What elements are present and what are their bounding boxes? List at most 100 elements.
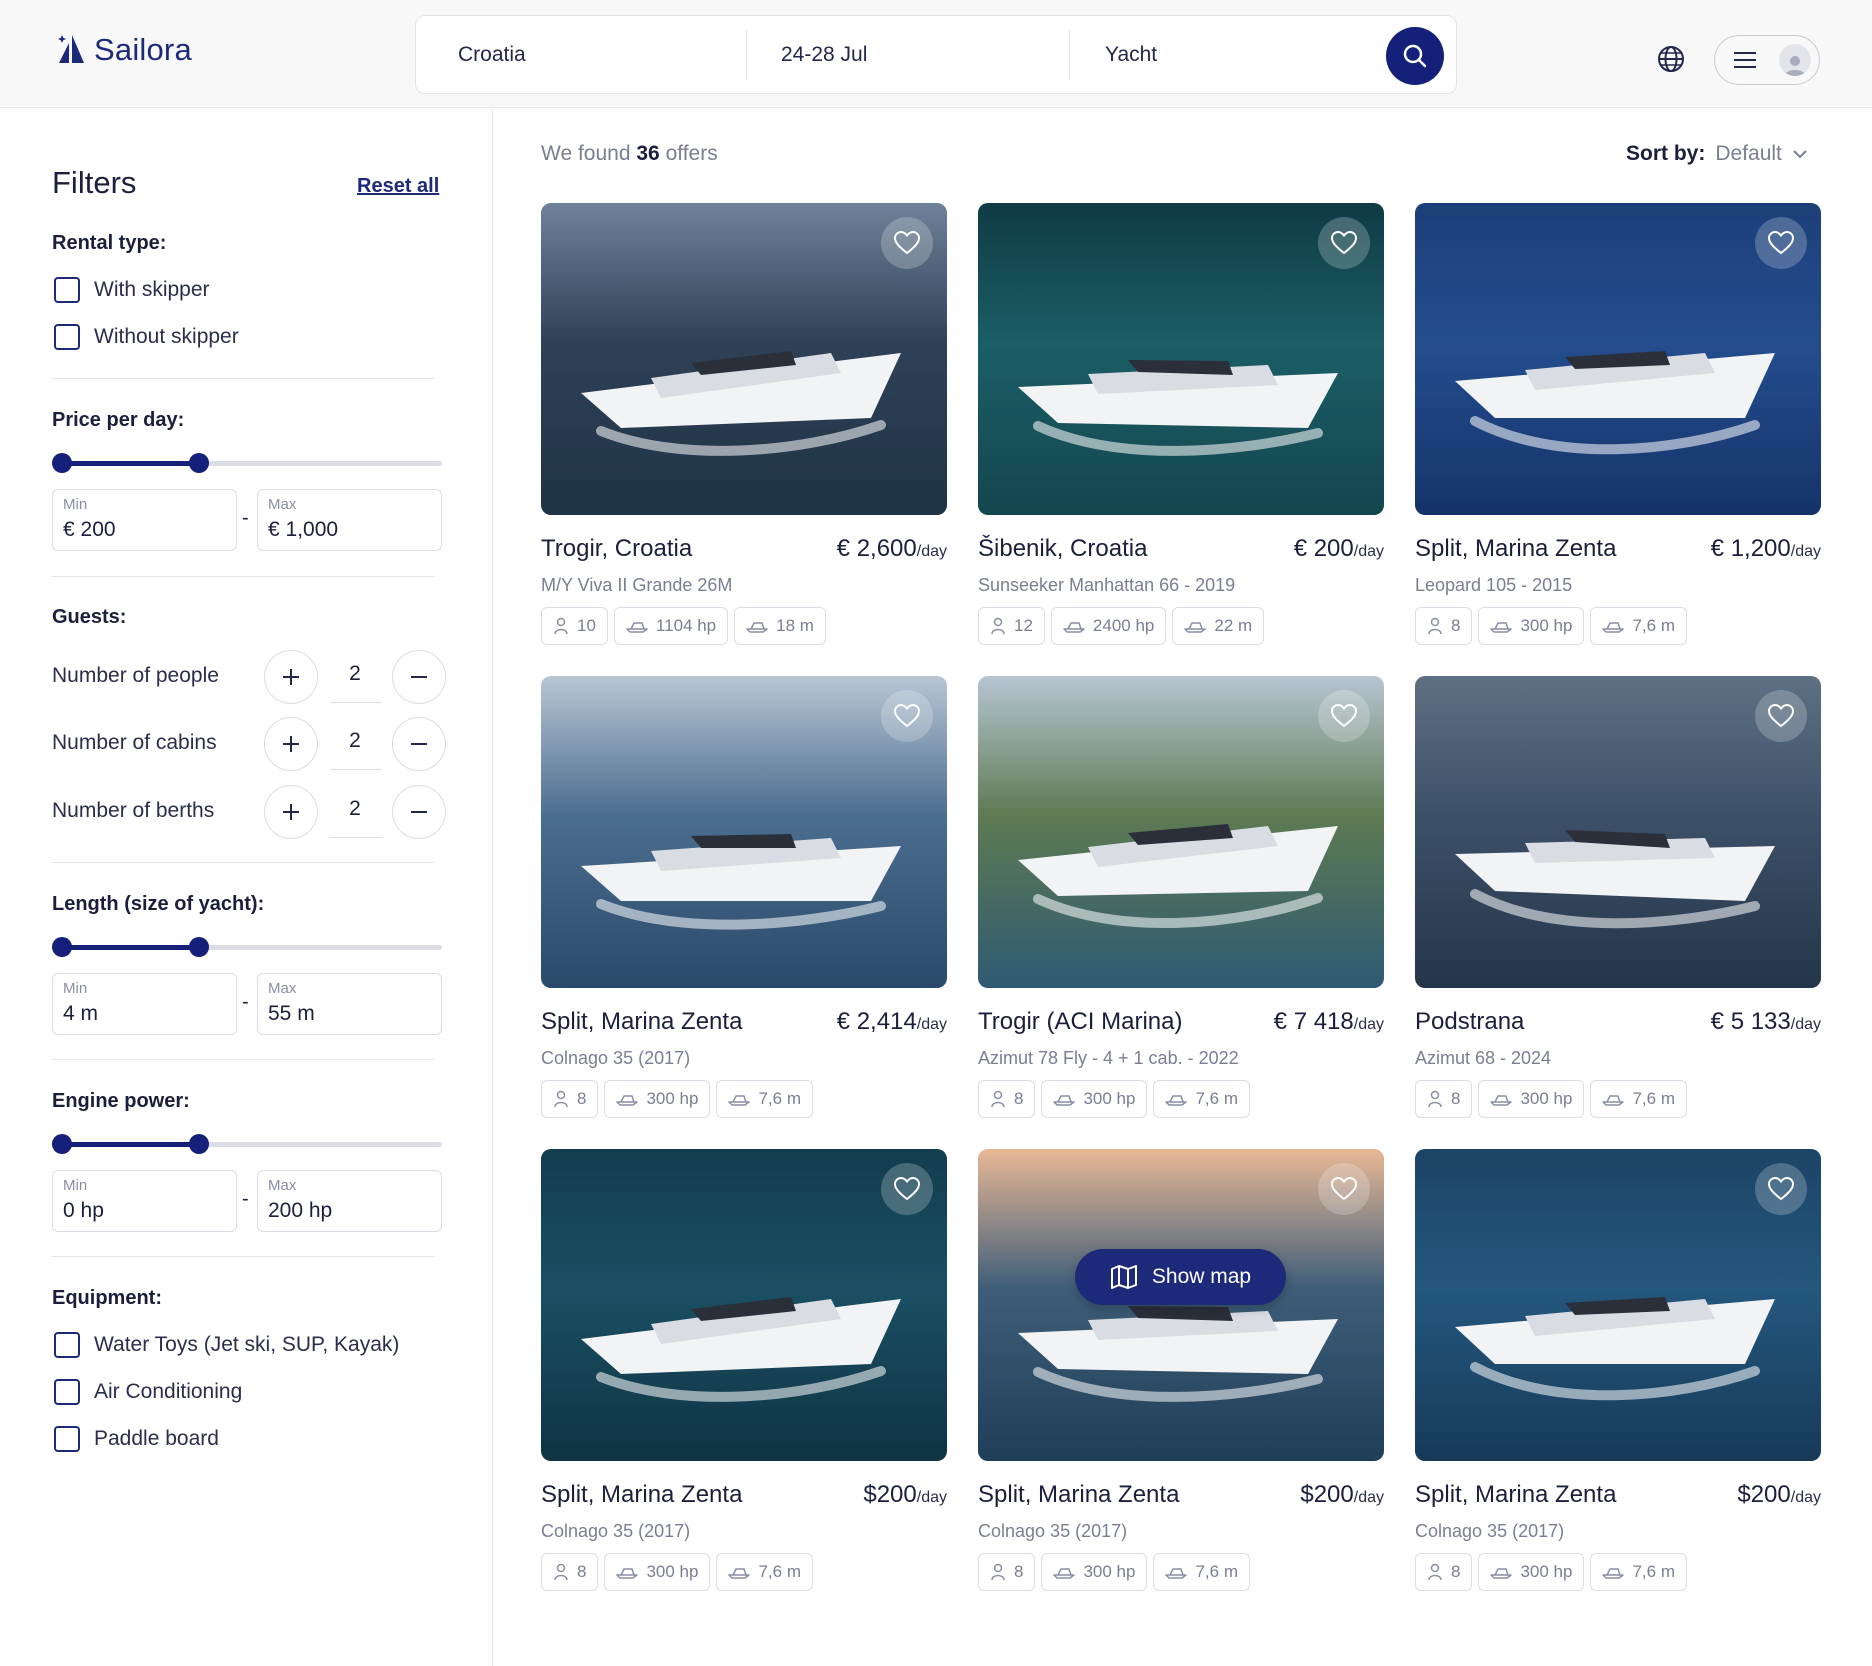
yacht-photo[interactable] [541,1149,947,1461]
yacht-photo[interactable] [541,676,947,988]
slider-min-handle[interactable] [52,937,72,957]
reset-all-link[interactable]: Reset all [357,175,439,198]
favorite-button[interactable] [1755,690,1807,742]
slider-min-handle[interactable] [52,1134,72,1154]
yacht-photo[interactable] [1415,1149,1821,1461]
increment-button[interactable] [264,650,318,704]
favorite-button[interactable] [881,217,933,269]
spec-chips: 8 300 hp 7,6 m [1415,607,1687,645]
listing-card[interactable]: Šibenik, Croatia € 200/day Sunseeker Man… [978,203,1384,653]
slider-max-handle[interactable] [188,1134,209,1154]
listing-model: Colnago 35 (2017) [541,1048,691,1068]
value-underline [330,837,382,838]
length-min-field[interactable]: Min 4 m [52,973,237,1035]
engine-power: 300 hp [1520,616,1573,635]
yacht-photo[interactable] [541,203,947,515]
engine-chip: 300 hp [1478,1080,1585,1118]
listing-card[interactable]: Split, Marina Zenta $200/day Colnago 35 … [541,1149,947,1599]
increment-button[interactable] [264,785,318,839]
favorite-button[interactable] [881,690,933,742]
decrement-button[interactable] [392,785,446,839]
listing-card[interactable]: Split, Marina Zenta € 2,414/day Colnago … [541,676,947,1126]
paddle-board-checkbox[interactable] [54,1426,80,1452]
listing-price: € 200/day [1294,535,1384,563]
favorite-button[interactable] [1755,217,1807,269]
boat-icon [1490,1095,1513,1106]
water-toys-option[interactable]: Water Toys (Jet ski, SUP, Kayak) [54,1332,399,1358]
slider-max-handle[interactable] [188,453,209,473]
listing-card[interactable]: Podstrana € 5 133/day Azimut 68 - 2024 8… [1415,676,1821,1126]
without-skipper-option[interactable]: Without skipper [54,324,239,350]
favorite-button[interactable] [1318,217,1370,269]
show-map-button[interactable]: Show map [1075,1249,1286,1305]
listing-price: € 5 133/day [1711,1008,1821,1036]
decrement-button[interactable] [392,717,446,771]
person-icon [554,1563,568,1581]
account-menu-button[interactable] [1714,35,1820,85]
listing-model: Azimut 78 Fly - 4 + 1 cab. - 2022 [978,1048,1239,1068]
yacht-photo[interactable] [978,203,1384,515]
length-max-field[interactable]: Max 55 m [257,973,442,1035]
price-unit: /day [1790,1489,1821,1506]
listing-card[interactable]: Split, Marina Zenta $200/day Colnago 35 … [978,1149,1384,1599]
price-slider[interactable] [52,453,442,473]
price-max-field[interactable]: Max € 1,000 [257,489,442,551]
engine-power: 1104 hp [655,616,717,635]
air-conditioning-checkbox[interactable] [54,1379,80,1405]
engine-slider[interactable] [52,1134,442,1154]
with-skipper-checkbox[interactable] [54,277,80,303]
listing-price: $200/day [1737,1481,1821,1509]
search-button[interactable] [1386,27,1444,85]
listing-card[interactable]: Trogir (ACI Marina) € 7 418/day Azimut 7… [978,676,1384,1126]
decrement-button[interactable] [392,650,446,704]
listing-location: Split, Marina Zenta [1415,1481,1617,1508]
engine-max-field[interactable]: Max 200 hp [257,1170,442,1232]
guests-chip: 8 [978,1553,1036,1591]
berths-value: 2 [349,797,361,820]
listing-price: $200/day [863,1481,947,1509]
listing-card[interactable]: Split, Marina Zenta € 1,200/day Leopard … [1415,203,1821,653]
yacht-length: 22 m [1214,616,1253,635]
slider-min-handle[interactable] [52,453,72,473]
air-conditioning-label: Air Conditioning [94,1380,243,1403]
favorite-button[interactable] [1318,1163,1370,1215]
globe-icon[interactable] [1657,45,1685,73]
length-slider[interactable] [52,937,442,957]
yacht-photo[interactable] [1415,203,1821,515]
yacht-photo[interactable] [978,1149,1384,1461]
listing-price: € 7 418/day [1274,1008,1384,1036]
dates-field[interactable]: 24-28 Jul [747,16,1069,93]
price-unit: /day [916,1016,947,1033]
guests-chip: 12 [978,607,1045,645]
favorite-button[interactable] [1755,1163,1807,1215]
engine-min-field[interactable]: Min 0 hp [52,1170,237,1232]
without-skipper-checkbox[interactable] [54,324,80,350]
location-field[interactable]: Croatia [416,16,746,93]
listing-card[interactable]: Trogir, Croatia € 2,600/day M/Y Viva II … [541,203,947,653]
slider-max-handle[interactable] [188,937,209,957]
heart-icon [894,1177,920,1201]
logo[interactable]: Sailora [56,32,192,68]
favorite-button[interactable] [881,1163,933,1215]
range-dash: - [242,507,249,529]
sort-dropdown[interactable]: Sort by: Default [1626,142,1808,166]
price-min-field[interactable]: Min € 200 [52,489,237,551]
increment-button[interactable] [264,717,318,771]
favorite-button[interactable] [1318,690,1370,742]
max-label: Max [268,980,297,997]
person-icon [1428,1563,1442,1581]
range-dash: - [242,1188,249,1210]
listing-card[interactable]: Split, Marina Zenta $200/day Colnago 35 … [1415,1149,1821,1599]
air-conditioning-option[interactable]: Air Conditioning [54,1379,242,1405]
paddle-board-option[interactable]: Paddle board [54,1426,219,1452]
water-toys-checkbox[interactable] [54,1332,80,1358]
yacht-photo[interactable] [1415,676,1821,988]
search-bar: Croatia 24-28 Jul Yacht [415,15,1457,94]
minus-icon [411,811,427,813]
cabins-label: Number of cabins [52,731,217,754]
engine-max-value: 200 hp [268,1199,333,1222]
yacht-photo[interactable] [978,676,1384,988]
map-icon [1110,1265,1137,1289]
with-skipper-option[interactable]: With skipper [54,277,210,303]
price-amount: € 7 418 [1273,1008,1354,1035]
